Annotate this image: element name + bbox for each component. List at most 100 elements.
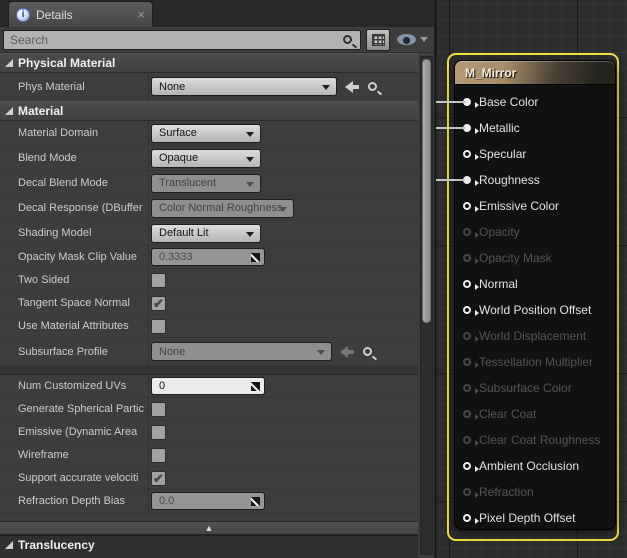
row-generate-spherical-particle: Generate Spherical Partic <box>0 398 418 421</box>
tab-bar: i Details × <box>0 0 437 27</box>
pin-world-position-offset[interactable]: World Position Offset <box>455 297 615 323</box>
pin-refraction: Refraction <box>455 479 615 505</box>
pin-opacity-mask: Opacity Mask <box>455 245 615 271</box>
row-tangent-space-normal: Tangent Space Normal <box>0 292 418 315</box>
row-use-material-attributes: Use Material Attributes <box>0 315 418 338</box>
pin-circle-icon[interactable] <box>463 514 471 522</box>
browse-asset-icon[interactable] <box>368 82 377 91</box>
pin-circle-icon[interactable] <box>463 462 471 470</box>
unreal-material-editor: i Details × Physical Material <box>0 0 627 558</box>
pin-circle-icon[interactable] <box>463 176 471 184</box>
pin-circle-icon <box>463 332 471 340</box>
shading-model-dropdown[interactable]: Default Lit <box>151 224 261 243</box>
blend-mode-dropdown[interactable]: Opaque <box>151 149 261 168</box>
section-translucency[interactable]: Translucency <box>0 535 418 555</box>
pin-circle-icon <box>463 358 471 366</box>
row-shading-model: Shading Model Default Lit <box>0 221 418 246</box>
pin-normal[interactable]: Normal <box>455 271 615 297</box>
opacity-mask-clip-value-field: 0.3333 <box>151 248 265 266</box>
pin-circle-icon <box>463 228 471 236</box>
pin-circle-icon[interactable] <box>463 202 471 210</box>
generate-spherical-particle-checkbox[interactable] <box>151 402 166 417</box>
pin-world-displacement: World Displacement <box>455 323 615 349</box>
phys-material-dropdown[interactable]: None <box>151 77 337 96</box>
tangent-space-normal-checkbox[interactable] <box>151 296 166 311</box>
collapse-up-icon: ▲ <box>205 524 214 533</box>
expanded-triangle-icon <box>5 107 13 115</box>
close-icon[interactable]: × <box>137 8 145 21</box>
pin-circle-icon[interactable] <box>463 98 471 106</box>
wireframe-checkbox[interactable] <box>151 448 166 463</box>
subsurface-profile-dropdown: None <box>151 342 332 361</box>
expanded-triangle-icon <box>5 59 13 67</box>
dropdown-arrow-icon <box>246 232 254 237</box>
details-info-icon: i <box>16 8 30 22</box>
pin-ambient-occlusion[interactable]: Ambient Occlusion <box>455 453 615 479</box>
search-row <box>0 27 437 53</box>
scrollbar[interactable] <box>420 56 433 555</box>
search-icon <box>343 35 352 44</box>
section-material[interactable]: Material <box>0 101 418 121</box>
row-refraction-depth-bias: Refraction Depth Bias 0.0 <box>0 490 418 513</box>
dropdown-arrow-icon <box>322 85 330 90</box>
use-material-attributes-checkbox[interactable] <box>151 319 166 334</box>
use-selected-asset-icon[interactable] <box>345 81 360 93</box>
browse-asset-icon[interactable] <box>363 347 372 356</box>
support-accurate-velocities-checkbox[interactable] <box>151 471 166 486</box>
pin-opacity: Opacity <box>455 219 615 245</box>
two-sided-checkbox[interactable] <box>151 273 166 288</box>
pin-clear-coat-roughness: Clear Coat Roughness <box>455 427 615 453</box>
node-title: M_Mirror <box>465 66 516 80</box>
num-customized-uvs-field[interactable]: 0 <box>151 377 265 395</box>
row-support-accurate-velocities: Support accurate velociti <box>0 467 418 490</box>
decal-blend-mode-dropdown: Translucent <box>151 174 261 193</box>
scrollbar-thumb[interactable] <box>422 59 431 323</box>
row-num-customized-uvs: Num Customized UVs 0 <box>0 375 418 398</box>
use-selected-asset-icon <box>340 346 355 358</box>
pin-specular[interactable]: Specular <box>455 141 615 167</box>
pin-circle-icon <box>463 254 471 262</box>
expanded-triangle-icon <box>5 541 13 549</box>
dropdown-arrow-icon <box>317 350 325 355</box>
pin-roughness[interactable]: Roughness <box>455 167 615 193</box>
pin-base-color[interactable]: Base Color <box>455 89 615 115</box>
dropdown-arrow-icon <box>279 207 287 212</box>
grid-icon <box>372 34 385 46</box>
refraction-depth-bias-field: 0.0 <box>151 492 265 510</box>
visibility-filter-button[interactable] <box>397 34 428 45</box>
dropdown-arrow-icon <box>246 157 254 162</box>
row-material-domain: Material Domain Surface <box>0 121 418 146</box>
pin-circle-icon[interactable] <box>463 124 471 132</box>
drag-handle-icon <box>251 382 260 391</box>
grid-view-button[interactable] <box>366 29 390 51</box>
pin-pixel-depth-offset[interactable]: Pixel Depth Offset <box>455 505 615 531</box>
node-header[interactable]: M_Mirror <box>455 61 615 85</box>
row-wireframe: Wireframe <box>0 444 418 467</box>
row-decal-response: Decal Response (DBuffer Color Normal Rou… <box>0 196 418 221</box>
pin-circle-icon <box>463 488 471 496</box>
row-two-sided: Two Sided <box>0 269 418 292</box>
tab-details-label: Details <box>36 8 73 22</box>
collapse-advanced-button[interactable]: ▲ <box>0 521 418 535</box>
search-field[interactable] <box>10 33 336 47</box>
material-node-m-mirror[interactable]: M_Mirror Base Color Metallic Specular Ro… <box>454 60 616 530</box>
material-domain-dropdown[interactable]: Surface <box>151 124 261 143</box>
pin-circle-icon[interactable] <box>463 306 471 314</box>
emissive-dynamic-area-checkbox[interactable] <box>151 425 166 440</box>
pin-emissive-color[interactable]: Emissive Color <box>455 193 615 219</box>
tab-details[interactable]: i Details × <box>8 1 153 27</box>
details-panel: i Details × Physical Material <box>0 0 437 558</box>
pin-metallic[interactable]: Metallic <box>455 115 615 141</box>
pin-tessellation-multiplier: Tessellation Multiplier <box>455 349 615 375</box>
pin-circle-icon <box>463 410 471 418</box>
eye-icon <box>397 34 416 45</box>
material-graph-canvas[interactable]: M_Mirror Base Color Metallic Specular Ro… <box>437 0 627 558</box>
pin-circle-icon[interactable] <box>463 150 471 158</box>
pin-circle-icon <box>463 384 471 392</box>
section-physical-material[interactable]: Physical Material <box>0 53 418 73</box>
pin-circle-icon[interactable] <box>463 280 471 288</box>
row-blend-mode: Blend Mode Opaque <box>0 146 418 171</box>
row-emissive-dynamic-area: Emissive (Dynamic Area <box>0 421 418 444</box>
search-input[interactable] <box>3 30 361 50</box>
row-subsurface-profile: Subsurface Profile None <box>0 338 418 366</box>
